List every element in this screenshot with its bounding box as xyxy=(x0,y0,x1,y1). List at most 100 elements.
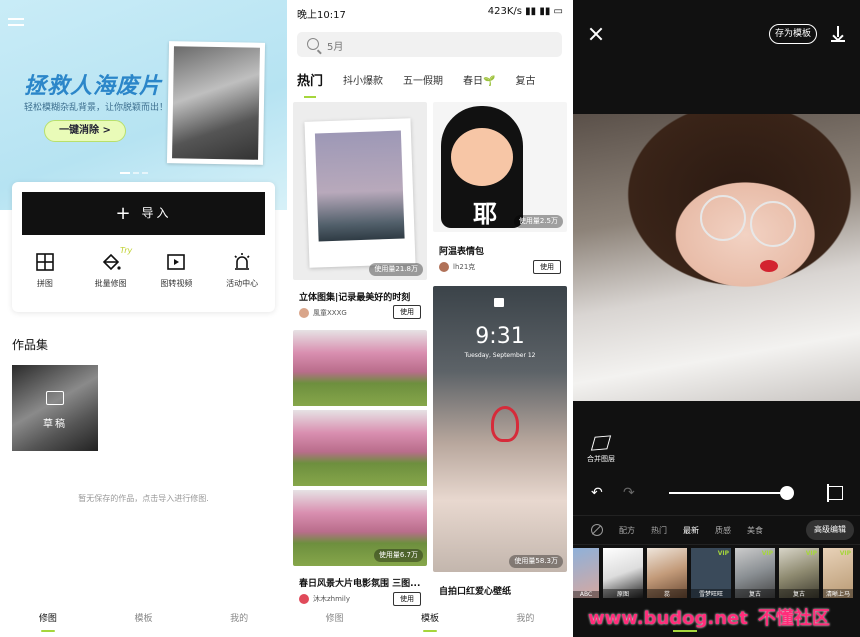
template-card-image[interactable]: 使用量6.7万 xyxy=(293,330,427,566)
grid-icon xyxy=(35,252,55,272)
category-hot[interactable]: 热门 xyxy=(297,70,323,98)
avatar xyxy=(299,308,309,318)
usage-badge: 使用量21.8万 xyxy=(369,263,423,276)
tab-mine[interactable]: 我的 xyxy=(516,611,534,624)
sticker-text: 耶 xyxy=(473,200,497,228)
banner-title: 拯救人海废片 xyxy=(24,74,163,99)
lock-time: 9:31 xyxy=(475,324,525,349)
usage-badge: 使用量6.7万 xyxy=(373,549,423,562)
slider-handle[interactable] xyxy=(779,486,794,500)
lock-icon xyxy=(494,298,504,307)
template-title: 自拍口红爱心壁纸 xyxy=(439,587,512,597)
inbox-icon xyxy=(46,391,64,405)
one-click-remove-button[interactable]: 一键消除 > xyxy=(44,120,126,142)
tab-edit[interactable]: 修图 xyxy=(39,611,57,632)
lock-date: Tuesday, September 12 xyxy=(464,352,536,359)
scroll-indicator xyxy=(673,630,697,632)
tool-label: 批量修图 xyxy=(94,279,127,288)
tab-mine[interactable]: 我的 xyxy=(230,611,248,624)
undo-icon[interactable]: ↶ xyxy=(591,486,605,500)
merge-layers-button[interactable]: 合并图层 xyxy=(585,435,617,464)
menu-icon[interactable] xyxy=(8,18,30,34)
plus-icon: + xyxy=(115,203,134,224)
filter-cat-newest[interactable]: 最新 xyxy=(683,525,699,536)
tab-edit[interactable]: 修图 xyxy=(326,611,344,624)
edit-canvas-photo[interactable] xyxy=(573,114,860,401)
redo-icon[interactable]: ↷ xyxy=(623,486,637,500)
category-may-day[interactable]: 五一假期 xyxy=(403,72,443,91)
template-card-image[interactable]: 耶 使用量2.5万 xyxy=(433,102,567,232)
import-button[interactable]: + 导入 xyxy=(22,192,265,235)
templates-screen: 晚上10:17 423K/s ▮▮ ▮▮ ▭ 5月 热门 抖小爆款 五一假期 春… xyxy=(287,0,573,637)
filter-thumb[interactable]: VIP 复古 xyxy=(779,548,819,598)
search-bar[interactable]: 5月 xyxy=(297,32,562,57)
filter-thumb[interactable]: VIP 复古 xyxy=(735,548,775,598)
tab-templates[interactable]: 模板 xyxy=(134,611,152,624)
heart-drawing xyxy=(491,406,519,442)
scene-frame xyxy=(293,330,427,406)
tool-collage[interactable]: 拼图 xyxy=(17,252,73,289)
sticker-face xyxy=(451,128,513,186)
close-icon[interactable] xyxy=(589,27,603,41)
tool-video[interactable]: 图转视频 xyxy=(148,252,204,289)
status-network: 423K/s ▮▮ ▮▮ ▭ xyxy=(487,6,563,17)
battery-icon: ▭ xyxy=(553,6,563,17)
banner-photo xyxy=(166,41,266,165)
category-tabs: 热门 抖小爆款 五一假期 春日🌱 复古 xyxy=(297,70,573,98)
tool-label: 活动中心 xyxy=(226,279,259,288)
template-author: lh21克 xyxy=(439,262,475,272)
merge-layers-label: 合并图层 xyxy=(587,455,615,463)
watermark: www.budog.net 不懂社区 xyxy=(588,608,830,629)
tab-templates[interactable]: 模板 xyxy=(421,611,439,632)
portrait-overlay xyxy=(700,195,796,272)
filter-thumb[interactable]: 蕊 xyxy=(647,548,687,598)
signal-icon: ▮▮ ▮▮ xyxy=(525,6,551,17)
filter-thumbnails: ABC 原图 蕊 VIP 雪梦旺旺 VIP 复古 VIP 复古 VIP 清晰上马 xyxy=(573,548,860,600)
empty-message: 暂无保存的作品，点击导入进行修图. xyxy=(78,494,209,503)
filter-cat-recipe[interactable]: 配方 xyxy=(619,525,635,536)
use-button[interactable]: 使用 xyxy=(393,305,421,319)
filter-thumb[interactable]: VIP 清晰上马 xyxy=(823,548,853,598)
status-time: 晚上10:17 xyxy=(297,10,346,21)
scene-frame xyxy=(293,410,427,486)
usage-badge: 使用量58.3万 xyxy=(509,555,563,568)
search-placeholder: 5月 xyxy=(327,42,344,53)
filter-cat-hot[interactable]: 热门 xyxy=(651,525,667,536)
advanced-edit-button[interactable]: 高级编辑 xyxy=(806,520,854,540)
intensity-slider[interactable] xyxy=(669,492,793,494)
promo-banner[interactable]: 拯救人海废片 轻松模糊杂乱背景，让你脱颖而出！ 一键消除 > xyxy=(0,0,287,210)
filter-thumb[interactable]: 原图 xyxy=(603,548,643,598)
filter-cat-food[interactable]: 美食 xyxy=(747,525,763,536)
usage-badge: 使用量2.5万 xyxy=(513,215,563,228)
download-icon[interactable] xyxy=(831,26,845,42)
filter-thumb[interactable]: VIP 雪梦旺旺 xyxy=(691,548,731,598)
compare-icon[interactable] xyxy=(827,484,843,502)
tool-row: 拼图 批量修图 图转视频 活动中心 xyxy=(12,252,275,289)
category-spring[interactable]: 春日🌱 xyxy=(463,72,495,91)
bottom-tabbar: 修图 模板 我的 xyxy=(287,597,573,637)
template-card-image[interactable]: 9:31 Tuesday, September 12 使用量58.3万 xyxy=(433,286,567,572)
draft-label: 草稿 xyxy=(43,419,67,430)
use-button[interactable]: 使用 xyxy=(533,260,561,274)
category-retro[interactable]: 复古 xyxy=(515,72,535,91)
template-author: 風童XXXG xyxy=(299,308,347,318)
tool-batch[interactable]: 批量修图 xyxy=(83,252,139,289)
save-template-button[interactable]: 存为模板 xyxy=(769,24,817,44)
works-title: 作品集 xyxy=(12,338,49,352)
search-icon xyxy=(307,38,319,50)
tool-label: 拼图 xyxy=(36,279,53,288)
template-card-image[interactable]: 使用量21.8万 xyxy=(293,102,427,280)
category-douyin[interactable]: 抖小爆款 xyxy=(343,72,383,91)
filter-cat-texture[interactable]: 质感 xyxy=(715,525,731,536)
edit-home-screen: 拯救人海废片 轻松模糊杂乱背景，让你脱颖而出！ 一键消除 > + 导入 Try 拼… xyxy=(0,0,287,637)
template-title: 春日风景大片电影氛围 三图... xyxy=(299,579,421,589)
no-filter-icon[interactable] xyxy=(591,524,603,536)
layers-icon xyxy=(590,435,612,451)
draft-item[interactable]: 草稿 xyxy=(12,365,98,451)
banner-subtitle: 轻松模糊杂乱背景，让你脱颖而出！ xyxy=(24,103,169,113)
filter-thumb[interactable]: ABC xyxy=(573,548,599,598)
tool-events[interactable]: 活动中心 xyxy=(214,252,270,289)
editor-screen: 存为模板 合并图层 ↶ ↷ 配方 热门 最新 质感 美食 高级编辑 ABC 原图… xyxy=(573,0,860,637)
template-title: 立体图集|记录最美好的时刻 xyxy=(299,293,411,303)
template-title: 阿温表情包 xyxy=(439,247,485,257)
